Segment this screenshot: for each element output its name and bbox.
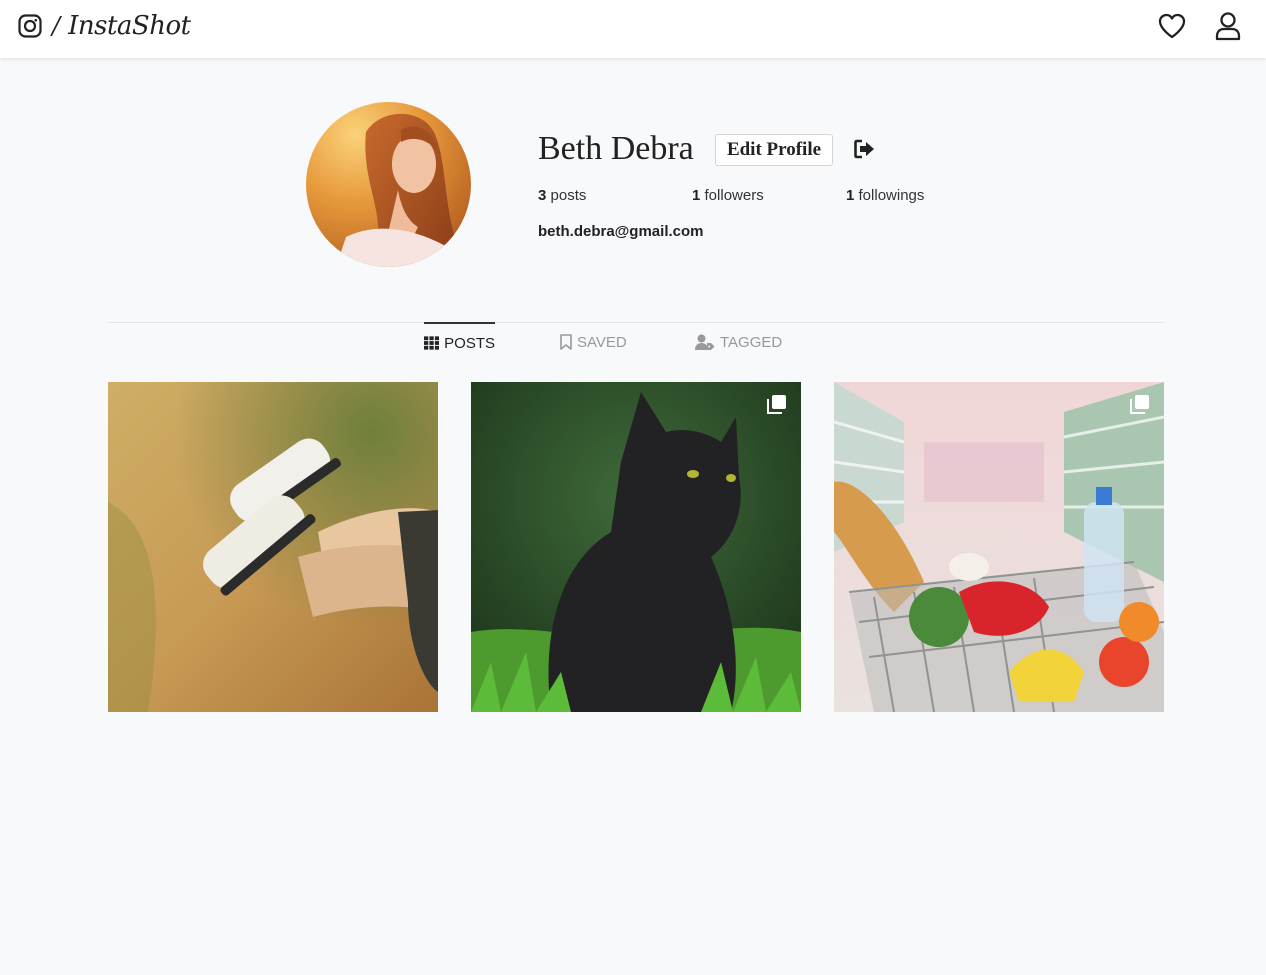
profile-avatar [306,102,471,267]
black-cat-photo [471,382,801,712]
posts-count-value: 3 [538,187,547,204]
posts-count: 3 posts [538,187,586,204]
heart-icon[interactable] [1157,12,1187,40]
profile-username: Beth Debra [538,130,694,167]
profile-email: beth.debra@gmail.com [538,223,704,240]
tab-tagged[interactable]: TAGGED [695,322,782,362]
avatar-photo [306,102,471,267]
sneakers-photo [108,382,438,712]
tab-saved[interactable]: SAVED [560,322,627,362]
brand-separator: / [52,12,61,40]
post-black-cat[interactable] [471,382,801,712]
grocery-cart-photo [834,382,1164,712]
bookmark-icon [560,334,572,350]
brand-name: InstaShot [68,11,191,41]
followings-count-value: 1 [846,187,855,204]
multiple-images-icon [767,395,786,414]
tab-tagged-label: TAGGED [720,333,783,351]
followers-count[interactable]: 1 followers [692,187,764,204]
edit-profile-button[interactable]: Edit Profile [715,134,833,166]
tab-posts-label: POSTS [444,334,495,352]
grid-icon [424,336,440,350]
tab-saved-label: SAVED [577,333,627,351]
instagram-icon [18,14,42,38]
multiple-images-icon [1130,395,1149,414]
tabs-divider [108,322,1164,323]
user-tag-icon [695,334,715,350]
brand[interactable]: / InstaShot [18,11,191,41]
user-icon[interactable] [1214,11,1242,41]
tab-posts[interactable]: POSTS [424,322,495,362]
followings-count[interactable]: 1 followings [846,187,924,204]
post-sneakers[interactable] [108,382,438,712]
posts-count-label: posts [550,187,587,204]
followers-count-label: followers [704,187,764,204]
post-grocery-cart[interactable] [834,382,1164,712]
top-navbar: / InstaShot [0,0,1266,58]
followers-count-value: 1 [692,187,701,204]
followings-count-label: followings [858,187,925,204]
logout-icon[interactable] [854,139,876,159]
